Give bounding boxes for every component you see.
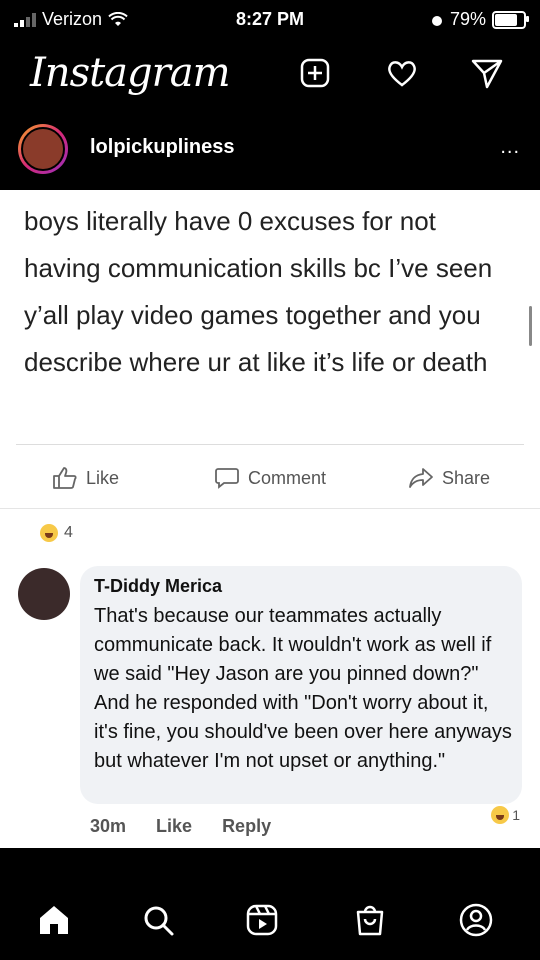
like-label: Like [86,467,120,488]
comment-icon [215,468,239,489]
scrollbar [529,306,532,346]
comment-label: Comment [248,467,327,488]
post-image: boys literally have 0 excuses for not ha… [0,190,540,848]
more-options-icon[interactable]: ... [500,136,520,159]
haha-reaction-icon [40,524,58,542]
thumbs-up-icon [53,467,77,489]
instagram-header: Instagram [0,44,540,104]
comment-meta: 30m Like Reply [90,816,271,837]
home-icon[interactable] [36,902,72,938]
comment-button: Comment [214,466,326,490]
comment-time: 30m [90,816,127,836]
profile-icon[interactable] [458,902,494,938]
heart-icon[interactable] [385,56,419,90]
direct-message-icon[interactable] [470,56,504,90]
status-bar: Verizon 8:27 PM 79% [0,0,540,40]
divider [16,444,524,445]
comment-reply: Reply [222,816,272,836]
reaction-count: 4 [64,524,73,541]
post-header: lolpickupliness ... [0,112,540,182]
comment-text: That's because our teammates actually co… [94,605,512,772]
bottom-nav [0,848,540,960]
battery-icon [492,10,529,29]
alarm-icon [431,15,442,26]
add-post-icon[interactable] [298,56,332,90]
comment-bubble: T-Diddy Merica That's because our teamma… [80,566,522,804]
battery-group: 79% [430,9,529,30]
reels-icon[interactable] [244,902,280,938]
share-icon [409,468,433,488]
battery-fill [495,13,517,26]
commenter-avatar [18,568,70,620]
post-text: boys literally have 0 excuses for not ha… [24,206,493,377]
comment-reactions: 1 [491,806,520,824]
share-label: Share [442,467,491,488]
shop-icon[interactable] [352,902,388,938]
haha-reaction-icon [491,806,510,824]
reactions: 4 [40,524,73,542]
comment-author: T-Diddy Merica [94,576,223,596]
comment-reaction-count: 1 [512,807,520,823]
instagram-logo: Instagram [30,50,231,96]
comment-like: Like [156,816,193,836]
post-actions: Like Comment Share [0,466,540,496]
search-icon[interactable] [140,902,176,938]
avatar [21,127,65,171]
share-button: Share [408,466,490,490]
like-button: Like [52,466,119,490]
battery-percent: 79% [449,9,486,29]
username[interactable]: lolpickupliness [90,136,234,159]
divider [0,508,540,509]
story-ring[interactable] [18,124,68,174]
